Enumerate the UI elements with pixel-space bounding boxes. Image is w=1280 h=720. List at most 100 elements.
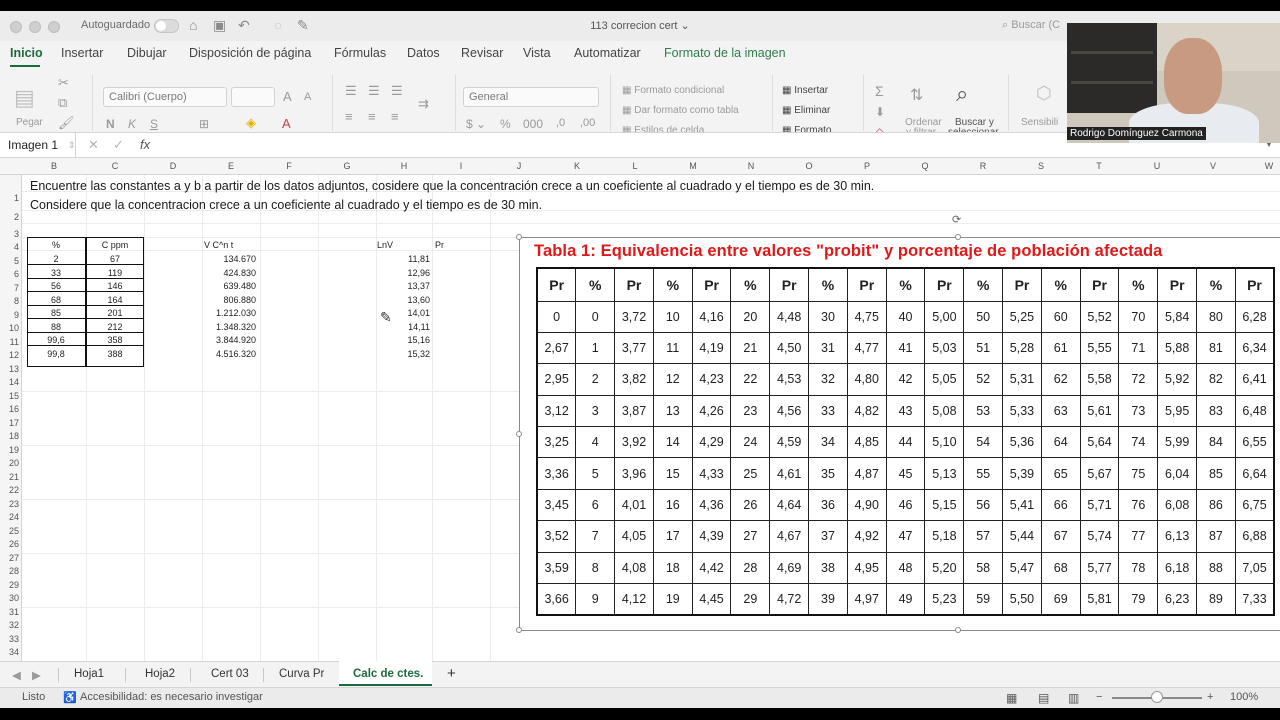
page-break-icon[interactable]: ▥ xyxy=(1068,691,1079,705)
row-header[interactable]: 22 xyxy=(0,485,19,495)
column-header[interactable]: Q xyxy=(896,161,954,171)
header-vcnt[interactable]: V C^n t xyxy=(204,240,233,250)
paste-icon[interactable]: ▤ xyxy=(14,85,35,111)
row-header[interactable]: 3 xyxy=(0,229,19,239)
align-left-icon[interactable]: ≡ xyxy=(345,109,353,124)
row-header[interactable]: 21 xyxy=(0,472,19,482)
font-color-icon[interactable]: A xyxy=(282,116,291,131)
sensitivity-icon[interactable]: ⬡ xyxy=(1036,83,1052,104)
column-header[interactable]: W xyxy=(1240,161,1280,171)
row-header[interactable]: 4 xyxy=(0,242,19,252)
column-header[interactable]: U xyxy=(1128,161,1186,171)
header-pr[interactable]: Pr xyxy=(435,240,444,250)
wrap-text-icon[interactable]: ⇉ xyxy=(418,96,429,112)
tab-formulas[interactable]: Fórmulas xyxy=(334,46,386,60)
tab-insertar[interactable]: Insertar xyxy=(61,46,103,60)
row-header[interactable]: 31 xyxy=(0,607,19,617)
normal-view-icon[interactable]: ▦ xyxy=(1006,691,1017,705)
column-header[interactable]: K xyxy=(548,161,606,171)
row-header[interactable]: 1 xyxy=(0,193,19,203)
zoom-level[interactable]: 100% xyxy=(1230,691,1258,703)
cell-vcnt[interactable]: 806.880 xyxy=(202,295,256,305)
column-header[interactable]: T xyxy=(1070,161,1128,171)
row-header[interactable]: 5 xyxy=(0,256,19,266)
tab-datos[interactable]: Datos xyxy=(407,46,440,60)
sheet-tab-hoja1[interactable]: Hoja1 xyxy=(74,668,104,680)
spreadsheet-grid[interactable]: B C D E F G H I J K L M N O P Q R S T U … xyxy=(0,158,1280,661)
resize-handle[interactable] xyxy=(516,627,522,633)
column-header[interactable]: B xyxy=(22,161,86,171)
row-header[interactable]: 24 xyxy=(0,512,19,522)
cell-cppm[interactable]: 201 xyxy=(86,308,144,318)
paste-label[interactable]: Pegar xyxy=(16,117,43,128)
cell-lnv[interactable]: 15,32 xyxy=(376,349,430,359)
row-header[interactable]: 13 xyxy=(0,364,19,374)
find-icon[interactable]: ⌕ xyxy=(956,81,968,107)
cell-vcnt[interactable]: 1.348.320 xyxy=(202,322,256,332)
tab-disposicion[interactable]: Disposición de página xyxy=(189,46,311,60)
column-header[interactable]: F xyxy=(260,161,318,171)
search-input[interactable]: ⌕ Buscar (C xyxy=(998,16,1068,35)
conditional-format-button[interactable]: ▦ Formato condicional xyxy=(622,85,724,96)
prev-sheet-icon[interactable]: ◀ xyxy=(12,668,21,682)
tab-revisar[interactable]: Revisar xyxy=(461,46,503,60)
cell-percent[interactable]: 56 xyxy=(27,281,85,291)
sheet-tab-calc-ctes[interactable]: Calc de ctes. xyxy=(353,668,423,680)
name-box[interactable]: Imagen 1 xyxy=(0,133,76,157)
cell-lnv[interactable]: 13,60 xyxy=(376,295,430,305)
cell-cppm[interactable]: 164 xyxy=(86,295,144,305)
cell-cppm[interactable]: 388 xyxy=(86,349,144,359)
resize-handle[interactable] xyxy=(516,234,522,240)
borders-icon[interactable]: ⊞ xyxy=(199,117,209,131)
cell-percent[interactable]: 99,8 xyxy=(27,349,85,359)
cell-percent[interactable]: 88 xyxy=(27,322,85,332)
tab-inicio[interactable]: Inicio xyxy=(10,46,43,60)
align-center-icon[interactable]: ≡ xyxy=(368,109,376,124)
row-header[interactable]: 26 xyxy=(0,539,19,549)
column-header[interactable]: G xyxy=(318,161,376,171)
autosum-icon[interactable]: Σ xyxy=(875,83,884,99)
next-sheet-icon[interactable]: ▶ xyxy=(32,668,41,682)
cell-vcnt[interactable]: 424.830 xyxy=(202,268,256,278)
decrease-decimal-icon[interactable]: ,00 xyxy=(580,117,595,129)
cell-percent[interactable]: 85 xyxy=(27,308,85,318)
accessibility-icon[interactable]: ♿ xyxy=(63,691,77,704)
row-header[interactable]: 29 xyxy=(0,580,19,590)
sensitivity-label[interactable]: Sensibili xyxy=(1021,117,1058,128)
percent-icon[interactable]: % xyxy=(500,117,511,131)
cell-lnv[interactable]: 11,81 xyxy=(376,254,430,264)
tab-automatizar[interactable]: Automatizar xyxy=(574,46,641,60)
resize-handle[interactable] xyxy=(955,627,961,633)
namebox-stepper-icon[interactable]: ⇕ xyxy=(68,140,76,151)
cancel-icon[interactable]: ✕ xyxy=(88,137,99,153)
tab-formato-imagen[interactable]: Formato de la imagen xyxy=(664,46,786,60)
increase-decimal-icon[interactable]: ,0 xyxy=(556,117,565,129)
cell-percent[interactable]: 2 xyxy=(27,254,85,264)
row-header[interactable]: 20 xyxy=(0,458,19,468)
column-header[interactable]: E xyxy=(202,161,260,171)
font-size-dropdown[interactable] xyxy=(231,87,275,107)
row-header[interactable]: 7 xyxy=(0,283,19,293)
row-header[interactable]: 19 xyxy=(0,445,19,455)
cell-lnv[interactable]: 12,96 xyxy=(376,268,430,278)
cell-lnv[interactable]: 13,37 xyxy=(376,281,430,291)
sheet-tab-hoja2[interactable]: Hoja2 xyxy=(145,668,175,680)
cell-lnv[interactable]: 15,16 xyxy=(376,335,430,345)
currency-icon[interactable]: $ ⌄ xyxy=(466,117,486,131)
cell-cppm[interactable]: 212 xyxy=(86,322,144,332)
zoom-out-icon[interactable]: − xyxy=(1096,691,1102,703)
resize-handle[interactable] xyxy=(516,431,522,437)
cell-vcnt[interactable]: 639.480 xyxy=(202,281,256,291)
column-header[interactable]: C xyxy=(86,161,144,171)
row-header[interactable]: 28 xyxy=(0,566,19,576)
tab-vista[interactable]: Vista xyxy=(523,46,551,60)
sort-filter-icon[interactable]: ⇅ xyxy=(910,85,923,105)
format-painter-icon[interactable]: 🖌 xyxy=(58,115,75,131)
italic-icon[interactable]: K xyxy=(128,117,136,131)
column-header[interactable]: L xyxy=(606,161,664,171)
row-header[interactable]: 8 xyxy=(0,296,19,306)
number-format-dropdown[interactable]: General xyxy=(463,87,599,107)
tab-dibujar[interactable]: Dibujar xyxy=(127,46,167,60)
sheet-tab-cert03[interactable]: Cert 03 xyxy=(211,668,249,680)
column-header[interactable]: I xyxy=(432,161,490,171)
